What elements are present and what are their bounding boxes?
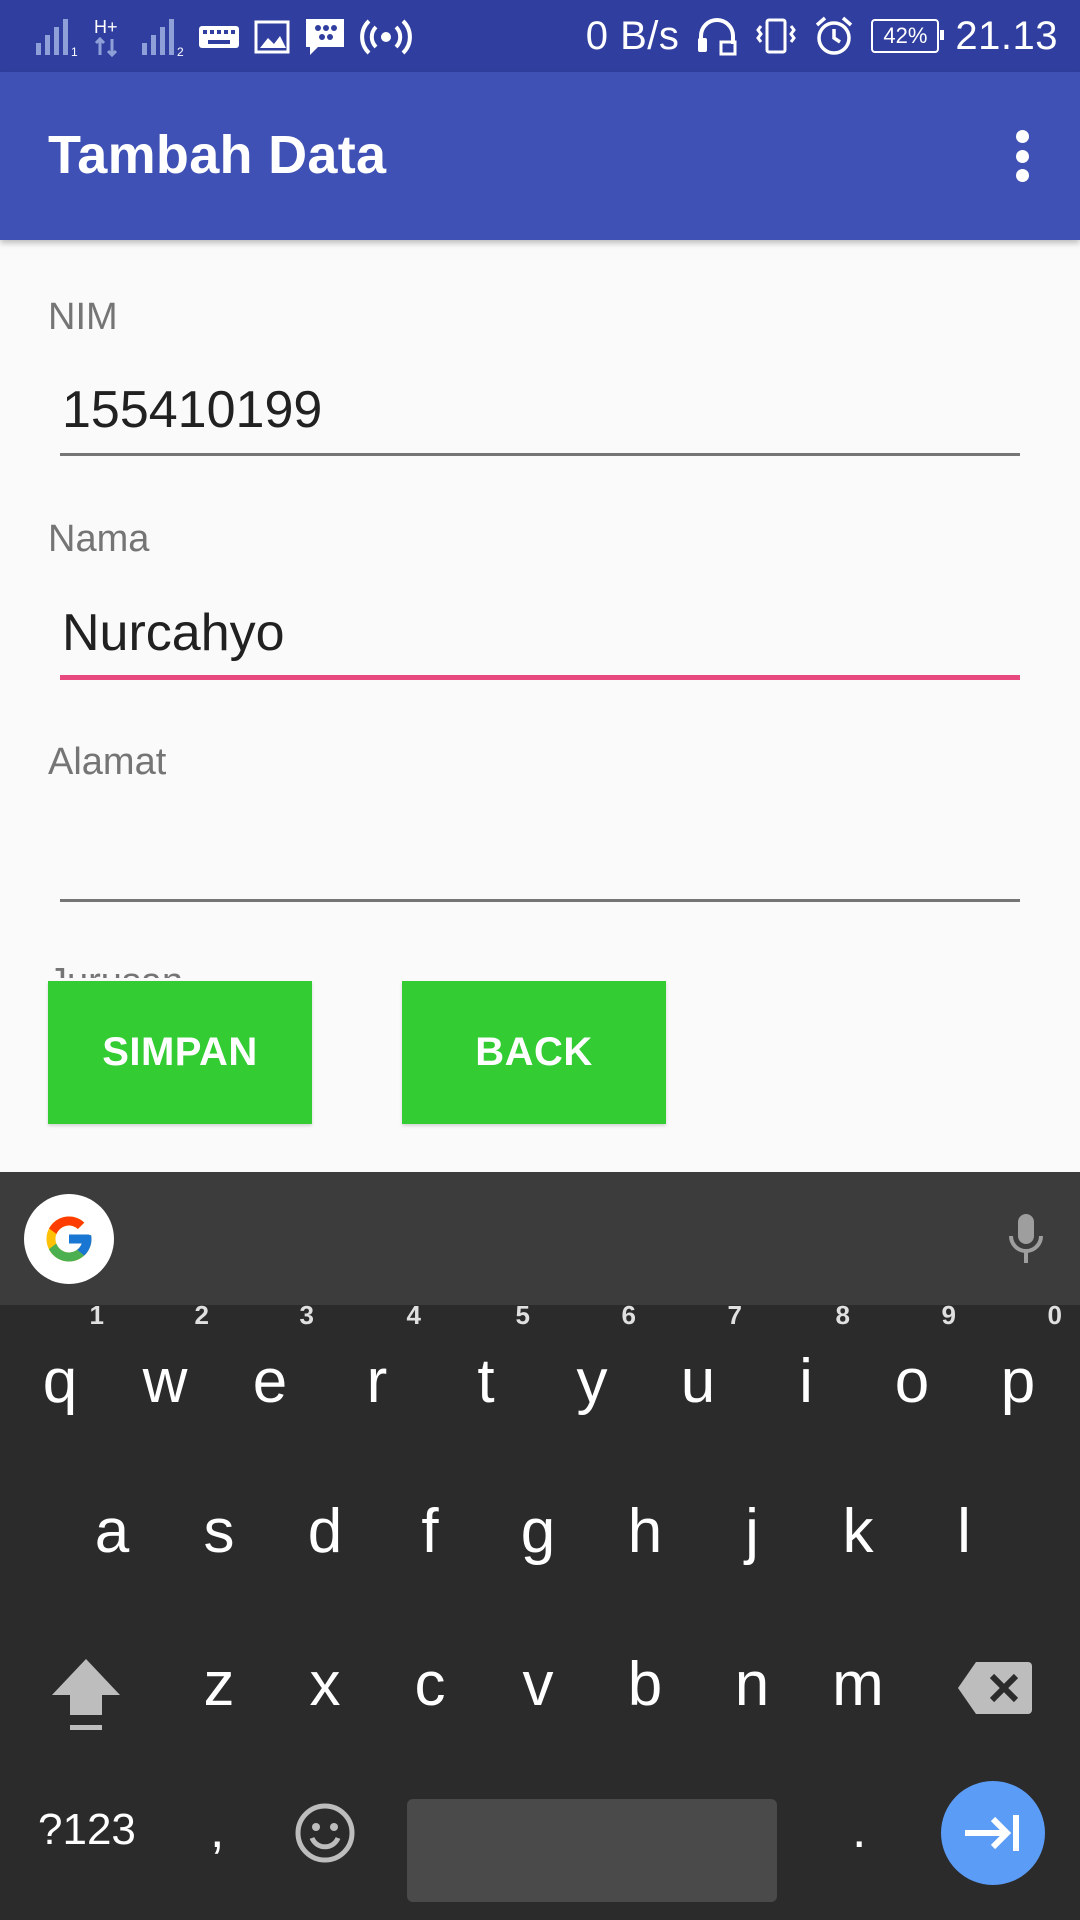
backspace-icon[interactable]	[956, 1660, 1032, 1716]
key-hint: 5	[515, 1300, 530, 1330]
shift-icon[interactable]	[48, 1655, 124, 1735]
key-z[interactable]: z	[169, 1625, 269, 1745]
microphone-icon[interactable]	[1006, 1212, 1046, 1268]
alamat-label: Alamat	[48, 741, 167, 783]
net-speed: 0 B/s	[585, 13, 680, 58]
alamat-input[interactable]	[60, 816, 1020, 902]
svg-text:H+: H+	[94, 17, 118, 37]
bbm-icon	[306, 19, 344, 55]
signal-sim2-icon: 2	[142, 19, 184, 57]
tab-next-icon	[965, 1815, 1019, 1851]
key-p[interactable]: p0	[968, 1300, 1068, 1442]
back-button[interactable]: BACK	[402, 981, 666, 1124]
key-a[interactable]: a	[62, 1472, 162, 1592]
alarm-icon	[816, 16, 853, 55]
vibrate-icon	[756, 18, 797, 54]
key-o[interactable]: o9	[862, 1300, 962, 1442]
key-q[interactable]: q1	[10, 1300, 110, 1442]
key-hint: 7	[727, 1300, 742, 1330]
signal-sim1-icon: 1	[36, 19, 78, 57]
key-w[interactable]: w2	[115, 1300, 215, 1442]
nama-input[interactable]	[60, 594, 1020, 680]
clock: 21.13	[955, 13, 1058, 58]
key-m[interactable]: m	[808, 1625, 908, 1745]
nim-input[interactable]	[60, 370, 1020, 456]
key-hint: 3	[299, 1300, 314, 1330]
app-bar: Tambah Data	[0, 72, 1080, 240]
key-hint: 9	[941, 1300, 956, 1330]
key-label: q	[42, 1347, 78, 1416]
symbols-key[interactable]: ?123	[38, 1805, 136, 1855]
svg-text:1: 1	[71, 45, 78, 57]
key-v[interactable]: v	[488, 1625, 588, 1745]
space-bar[interactable]	[407, 1799, 777, 1902]
keyboard-icon	[199, 26, 239, 48]
key-n[interactable]: n	[702, 1625, 802, 1745]
key-hint: 2	[194, 1300, 209, 1330]
key-i[interactable]: i8	[756, 1300, 856, 1442]
hotspot-icon	[360, 19, 412, 55]
key-d[interactable]: d	[275, 1472, 375, 1592]
key-g[interactable]: g	[488, 1472, 588, 1592]
key-e[interactable]: e3	[220, 1300, 320, 1442]
headset-icon	[698, 18, 737, 56]
jurusan-label: Jurusan	[48, 960, 183, 978]
key-hint: 1	[89, 1300, 104, 1330]
key-label: u	[680, 1347, 716, 1416]
key-u[interactable]: u7	[648, 1300, 748, 1442]
period-key[interactable]: .	[852, 1800, 866, 1860]
status-bar: 1 H+ 2 0 B/s 42% 21.13	[0, 0, 1080, 72]
key-label: e	[252, 1347, 288, 1416]
key-y[interactable]: y6	[542, 1300, 642, 1442]
key-r[interactable]: r4	[327, 1300, 427, 1442]
svg-text:2: 2	[177, 45, 184, 57]
keyboard-suggestion-bar	[0, 1172, 1080, 1305]
key-label: r	[366, 1347, 388, 1416]
key-f[interactable]: f	[380, 1472, 480, 1592]
hplus-data-icon: H+	[94, 17, 118, 58]
key-hint: 8	[835, 1300, 850, 1330]
emoji-icon[interactable]	[294, 1802, 356, 1864]
page-title: Tambah Data	[48, 125, 387, 185]
key-c[interactable]: c	[380, 1625, 480, 1745]
simpan-button[interactable]: SIMPAN	[48, 981, 312, 1124]
battery-icon: 42%	[871, 19, 945, 53]
key-label: p	[1000, 1347, 1036, 1416]
key-hint: 6	[621, 1300, 636, 1330]
next-field-button[interactable]	[941, 1781, 1045, 1885]
key-k[interactable]: k	[808, 1472, 908, 1592]
overflow-menu-icon[interactable]	[1002, 124, 1042, 188]
key-label: w	[142, 1347, 188, 1416]
comma-key[interactable]: ,	[210, 1800, 224, 1860]
image-icon	[254, 20, 290, 54]
key-hint: 4	[406, 1300, 421, 1330]
key-label: y	[576, 1347, 608, 1416]
key-j[interactable]: j	[702, 1472, 802, 1592]
key-s[interactable]: s	[169, 1472, 269, 1592]
key-l[interactable]: l	[914, 1472, 1014, 1592]
nama-label: Nama	[48, 518, 150, 560]
key-label: i	[799, 1347, 813, 1416]
key-hint: 0	[1047, 1300, 1062, 1330]
key-label: t	[477, 1347, 495, 1416]
key-h[interactable]: h	[595, 1472, 695, 1592]
google-icon[interactable]	[24, 1194, 114, 1284]
nim-label: NIM	[48, 296, 118, 338]
key-b[interactable]: b	[595, 1625, 695, 1745]
key-label: o	[894, 1347, 930, 1416]
key-x[interactable]: x	[275, 1625, 375, 1745]
key-t[interactable]: t5	[436, 1300, 536, 1442]
